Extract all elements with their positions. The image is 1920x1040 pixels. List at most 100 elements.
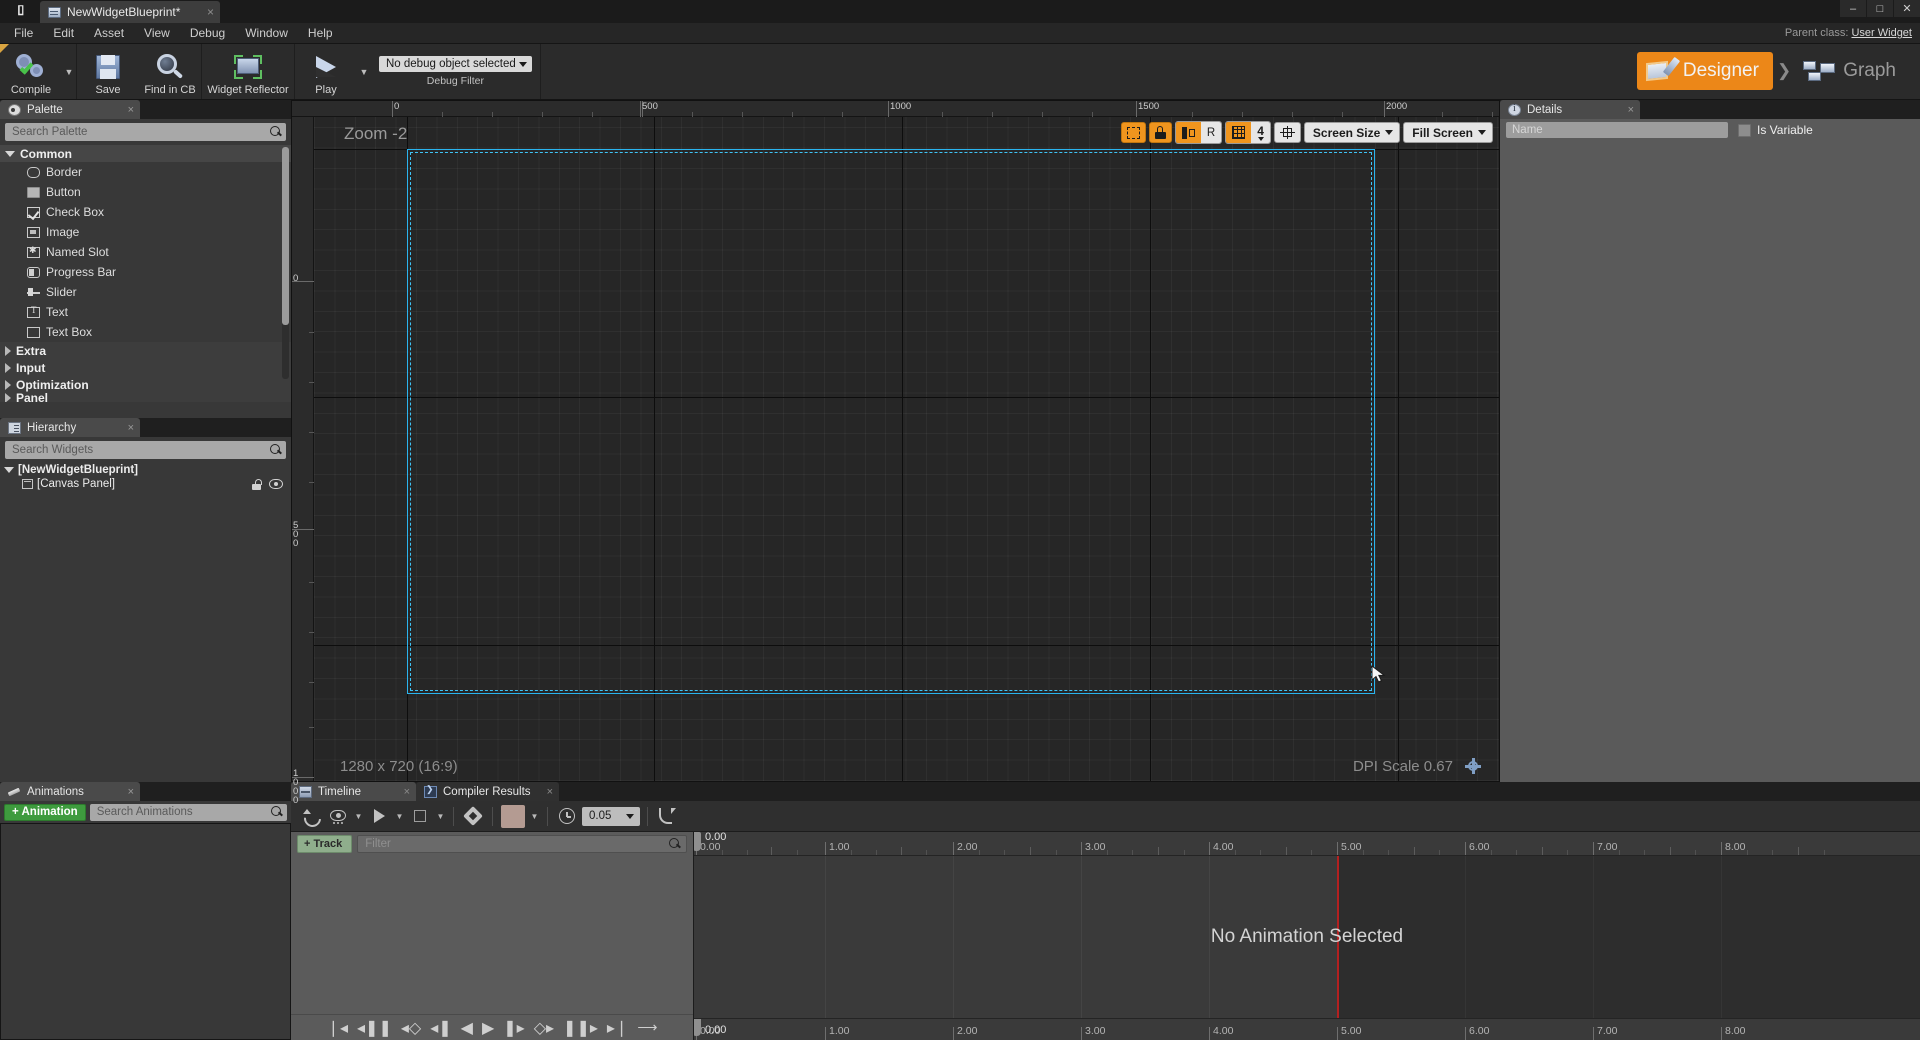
- palette-category-panel[interactable]: Panel: [0, 393, 291, 402]
- document-tab[interactable]: NewWidgetBlueprint* ×: [40, 1, 220, 23]
- tab-timeline[interactable]: Timeline ×: [291, 782, 416, 801]
- find-in-content-browser-button[interactable]: Find in CB: [139, 44, 201, 99]
- actions-chevron-down-icon[interactable]: ▼: [529, 812, 540, 821]
- align-button[interactable]: [1274, 122, 1301, 143]
- snap-time-button[interactable]: [555, 805, 579, 828]
- grid-size-dropdown[interactable]: 4: [1251, 122, 1270, 143]
- screen-size-dropdown[interactable]: Screen Size: [1304, 122, 1400, 143]
- palette-category-optimization[interactable]: Optimization: [0, 376, 291, 393]
- hierarchy-item-root[interactable]: [NewWidgetBlueprint]: [0, 463, 291, 477]
- timeline-scrubber-bottom[interactable]: [694, 1018, 701, 1036]
- actions-button[interactable]: [500, 805, 526, 828]
- tab-designer[interactable]: Designer: [1637, 52, 1773, 90]
- hierarchy-item-canvas-panel[interactable]: [Canvas Panel]: [0, 477, 291, 491]
- menu-edit[interactable]: Edit: [43, 23, 84, 44]
- hierarchy-tree[interactable]: [NewWidgetBlueprint] [Canvas Panel]: [0, 463, 291, 782]
- tab-compiler-results[interactable]: Compiler Results ×: [416, 782, 559, 801]
- toggle-lock-button[interactable]: [1149, 122, 1172, 143]
- menu-view[interactable]: View: [134, 23, 180, 44]
- track-filter-input[interactable]: Filter: [357, 835, 687, 853]
- palette-item-slider[interactable]: Slider: [0, 282, 291, 302]
- play-reverse-icon[interactable]: ◀: [461, 1018, 473, 1038]
- maximize-button[interactable]: □: [1867, 0, 1893, 17]
- close-button[interactable]: ✕: [1894, 0, 1920, 17]
- play-button[interactable]: Play: [295, 44, 357, 99]
- step-back-icon[interactable]: ◂❚: [430, 1018, 451, 1038]
- timeline-ruler-top[interactable]: 0.00 1.00 2.00 3.00 4.00: [694, 832, 1920, 856]
- tab-details[interactable]: Details ×: [1500, 100, 1640, 119]
- playback-options-button[interactable]: [367, 805, 391, 828]
- palette-item-named-slot[interactable]: Named Slot: [0, 242, 291, 262]
- compile-options-chevron-down-icon[interactable]: ▼: [62, 44, 76, 99]
- palette-category-input[interactable]: Input: [0, 359, 291, 376]
- canvas-panel-selection-outline[interactable]: [407, 149, 1375, 694]
- loop-icon[interactable]: ⟶: [637, 1019, 657, 1036]
- menu-debug[interactable]: Debug: [180, 23, 235, 44]
- resolution-r-button[interactable]: R: [1201, 122, 1221, 143]
- tab-palette[interactable]: Palette ×: [0, 100, 140, 119]
- tab-hierarchy[interactable]: Hierarchy ×: [0, 418, 140, 437]
- undo-button[interactable]: [299, 805, 323, 828]
- compile-button[interactable]: Compile: [0, 44, 62, 99]
- details-tab-close-icon[interactable]: ×: [1614, 104, 1634, 116]
- snap-interval-dropdown[interactable]: 0.05: [582, 807, 640, 826]
- widget-reflector-button[interactable]: Widget Reflector: [202, 44, 294, 99]
- designer-viewport[interactable]: 0 500 1000 1500 2000: [291, 100, 1500, 782]
- next-key-icon[interactable]: ◇▸: [534, 1018, 554, 1038]
- toggle-outline-button[interactable]: [1121, 122, 1146, 143]
- timeline-ruler-bottom[interactable]: 0.00 1.00 2.00 3.00 4.00 5.00 6.00: [694, 1018, 1920, 1040]
- visibility-button[interactable]: [326, 805, 350, 828]
- hierarchy-tab-close-icon[interactable]: ×: [114, 422, 134, 434]
- tab-graph[interactable]: Graph: [1795, 53, 1910, 89]
- palette-item-progress-bar[interactable]: Progress Bar: [0, 262, 291, 282]
- eye-icon[interactable]: [269, 479, 283, 489]
- minimize-button[interactable]: –: [1840, 0, 1866, 17]
- widget-name-input[interactable]: Name: [1506, 122, 1728, 138]
- playback-options-chevron-down-icon[interactable]: ▼: [394, 812, 405, 821]
- palette-category-common[interactable]: Common: [0, 145, 291, 162]
- palette-list[interactable]: Common Border Button Check Box: [0, 145, 291, 418]
- save-button[interactable]: Save: [77, 44, 139, 99]
- bounds-button[interactable]: [408, 805, 432, 828]
- palette-item-border[interactable]: Border: [0, 162, 291, 182]
- parent-class-value[interactable]: User Widget: [1851, 27, 1912, 39]
- step-forward-frames-icon[interactable]: ❚❚▸: [563, 1018, 598, 1038]
- play-forward-icon[interactable]: ▶: [482, 1018, 494, 1038]
- visibility-options-chevron-down-icon[interactable]: ▼: [353, 812, 364, 821]
- search-animations-input[interactable]: Search Animations: [90, 804, 287, 821]
- key-button[interactable]: [461, 805, 485, 828]
- menu-help[interactable]: Help: [298, 23, 343, 44]
- search-widgets-input[interactable]: Search Widgets: [5, 441, 286, 459]
- timeline-tab-close-icon[interactable]: ×: [394, 786, 410, 798]
- fill-screen-dropdown[interactable]: Fill Screen: [1403, 122, 1493, 143]
- palette-tab-close-icon[interactable]: ×: [114, 104, 134, 116]
- is-variable-checkbox[interactable]: [1738, 124, 1751, 137]
- animations-list[interactable]: [0, 823, 291, 1040]
- search-palette-input[interactable]: Search Palette: [5, 123, 286, 141]
- palette-item-button[interactable]: Button: [0, 182, 291, 202]
- add-track-button[interactable]: + Track: [297, 835, 352, 853]
- step-forward-icon[interactable]: ❚▸: [503, 1018, 524, 1038]
- grid-snap-group[interactable]: 4: [1225, 121, 1271, 144]
- play-options-chevron-down-icon[interactable]: ▼: [357, 44, 371, 99]
- vertical-ruler[interactable]: 0 500 1000: [292, 117, 314, 781]
- menu-window[interactable]: Window: [235, 23, 298, 44]
- menu-asset[interactable]: Asset: [84, 23, 134, 44]
- palette-item-text[interactable]: Text: [0, 302, 291, 322]
- document-tab-close-icon[interactable]: ×: [195, 5, 214, 19]
- horizontal-ruler[interactable]: 0 500 1000 1500 2000: [292, 101, 1499, 117]
- add-animation-button[interactable]: + Animation: [4, 804, 86, 821]
- debug-object-dropdown[interactable]: No debug object selected: [379, 56, 532, 72]
- palette-category-extra[interactable]: Extra: [0, 342, 291, 359]
- resolution-toggle-group[interactable]: R: [1175, 121, 1222, 144]
- animations-tab-close-icon[interactable]: ×: [114, 786, 134, 798]
- palette-item-image[interactable]: Image: [0, 222, 291, 242]
- palette-item-check-box[interactable]: Check Box: [0, 202, 291, 222]
- gear-icon[interactable]: [1465, 758, 1481, 774]
- previous-key-icon[interactable]: ◂◇: [401, 1018, 421, 1038]
- step-back-frames-icon[interactable]: ◂❚❚: [357, 1018, 392, 1038]
- tab-animations[interactable]: Animations ×: [0, 782, 140, 801]
- timeline-scrubber-top[interactable]: [694, 832, 701, 851]
- is-variable-row[interactable]: Is Variable: [1738, 123, 1813, 137]
- palette-scrollbar[interactable]: [282, 147, 289, 379]
